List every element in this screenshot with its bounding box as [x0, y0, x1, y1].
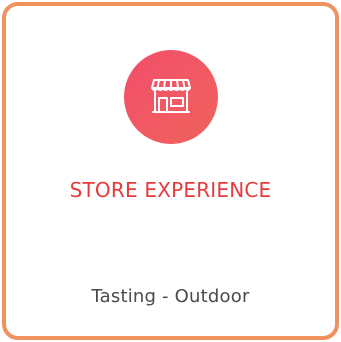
icon-badge — [124, 50, 218, 144]
card-subtitle: Tasting - Outdoor — [91, 286, 250, 307]
card-title: STORE EXPERIENCE — [69, 178, 272, 202]
store-icon — [146, 70, 196, 125]
store-experience-card[interactable]: STORE EXPERIENCE Tasting - Outdoor — [2, 2, 339, 340]
